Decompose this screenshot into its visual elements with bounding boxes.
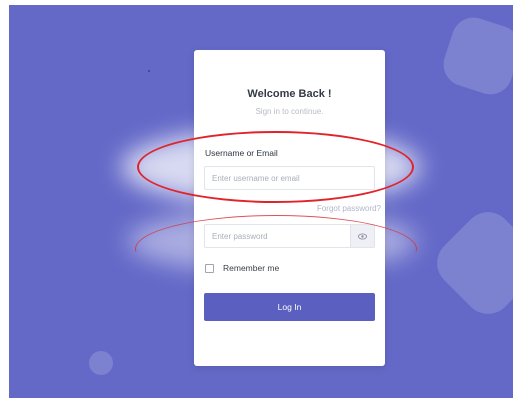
- decorative-circle: [89, 351, 113, 375]
- forgot-password-link[interactable]: Forgot password?: [317, 204, 381, 213]
- remember-me[interactable]: Remember me: [205, 263, 279, 273]
- page-background: Welcome Back ! Sign in to continue. User…: [9, 5, 513, 398]
- login-button[interactable]: Log In: [204, 293, 375, 321]
- username-label: Username or Email: [205, 148, 278, 158]
- decorative-shape: [437, 11, 513, 101]
- password-input[interactable]: [205, 225, 350, 247]
- login-card: Welcome Back ! Sign in to continue. User…: [194, 50, 385, 366]
- eye-icon[interactable]: [350, 225, 374, 247]
- remember-me-label: Remember me: [223, 263, 280, 273]
- username-input[interactable]: [204, 166, 375, 190]
- password-field: [204, 224, 375, 248]
- remember-me-checkbox[interactable]: [205, 263, 214, 273]
- page-subtitle: Sign in to continue.: [255, 107, 324, 116]
- decorative-shape: [427, 202, 513, 324]
- decorative-dot: [148, 70, 150, 72]
- page-title: Welcome Back !: [247, 88, 332, 100]
